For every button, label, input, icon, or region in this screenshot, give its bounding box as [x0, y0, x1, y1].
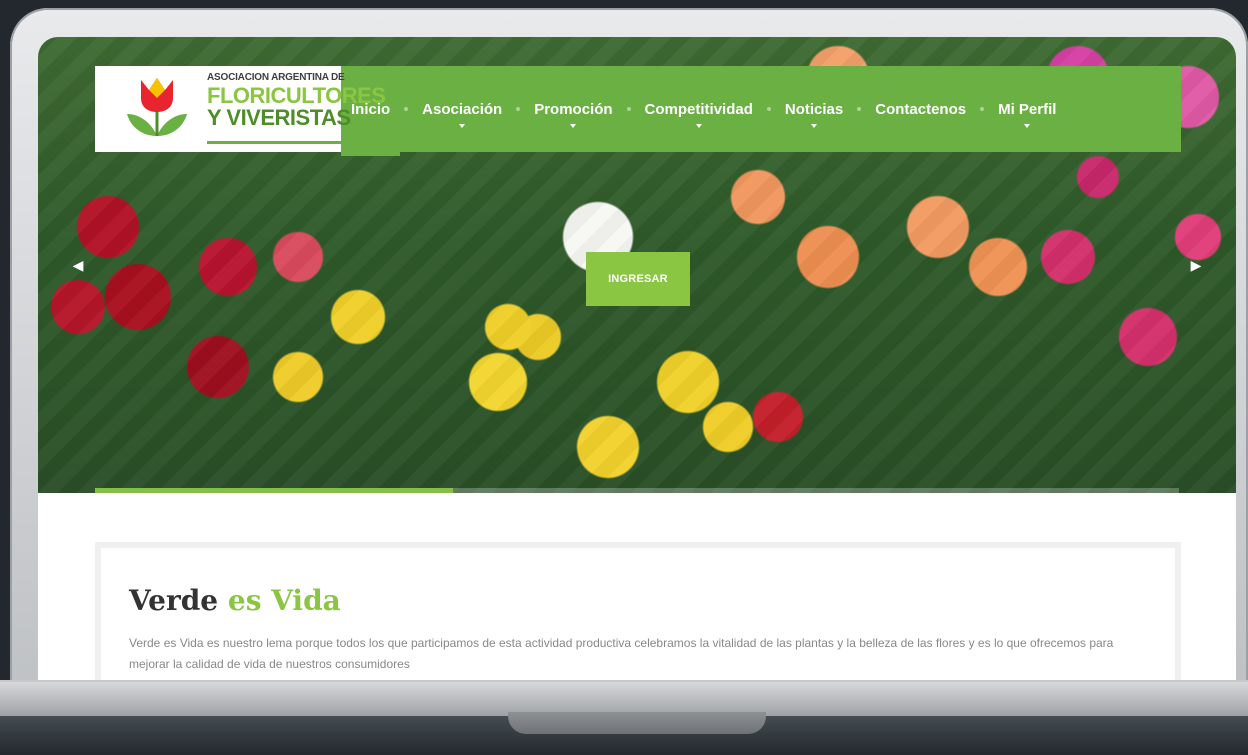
title-plain: Verde: [129, 584, 219, 617]
laptop-screen: ◀ ▶ INGRESAR ASOCIACION ARGENTINA DE FLO…: [38, 37, 1236, 680]
nav-item-noticias[interactable]: Noticias: [775, 66, 853, 152]
nav-item-asociacion[interactable]: Asociación: [412, 66, 512, 152]
caret-down-icon: [695, 124, 702, 128]
nav-active-indicator: [341, 152, 401, 156]
nav-label: Mi Perfil: [998, 100, 1057, 118]
nav-item-competitividad[interactable]: Competitividad: [635, 66, 763, 152]
site-logo[interactable]: ASOCIACION ARGENTINA DE FLORICULTORES Y …: [95, 66, 386, 152]
caret-down-icon: [811, 124, 818, 128]
nav-label: Promoción: [534, 100, 613, 118]
nav-item-inicio[interactable]: Inicio: [341, 66, 401, 156]
logo-underline: [207, 141, 341, 144]
main-nav: Inicio Asociación Promoción Competitivid…: [341, 66, 1181, 156]
chevron-right-icon[interactable]: ▶: [1186, 255, 1206, 275]
laptop-notch: [508, 712, 766, 734]
nav-item-promocion[interactable]: Promoción: [524, 66, 622, 152]
nav-separator: [516, 107, 521, 111]
caret-down-icon: [1024, 124, 1031, 128]
site-header: ASOCIACION ARGENTINA DE FLORICULTORES Y …: [95, 66, 1181, 156]
nav-separator: [626, 107, 631, 111]
logo-wordmark: ASOCIACION ARGENTINA DE FLORICULTORES Y …: [207, 72, 386, 130]
nav-separator: [404, 107, 409, 111]
caret-down-icon: [570, 124, 577, 128]
nav-label: Competitividad: [644, 100, 753, 118]
title-accent: es Vida: [227, 584, 341, 617]
intro-section: Verde es Vida Verde es Vida es nuestro l…: [95, 542, 1181, 680]
logo-line-3: Y VIVERISTAS: [207, 105, 351, 130]
nav-separator: [857, 107, 862, 111]
logo-line-1: ASOCIACION ARGENTINA DE: [207, 72, 345, 83]
logo-line-2: FLORICULTORES: [207, 83, 386, 108]
nav-label: Asociación: [422, 100, 503, 118]
section-title: Verde es Vida: [129, 584, 341, 617]
slide-progress-fill: [95, 488, 453, 493]
caret-down-icon: [459, 124, 466, 128]
chevron-left-icon[interactable]: ◀: [68, 255, 88, 275]
section-body-text: Verde es Vida es nuestro lema porque tod…: [129, 636, 1114, 671]
tulip-logo-icon: [127, 78, 187, 136]
nav-item-mi-perfil[interactable]: Mi Perfil: [988, 66, 1066, 152]
nav-item-contactenos[interactable]: Contactenos: [865, 66, 976, 152]
laptop-base: [0, 680, 1248, 716]
nav-label: Noticias: [784, 100, 844, 118]
nav-label: Inicio: [351, 100, 391, 118]
nav-separator: [980, 107, 985, 111]
slide-progress-bar: [95, 488, 1179, 493]
nav-separator: [766, 107, 771, 111]
ingresar-button[interactable]: INGRESAR: [586, 252, 690, 306]
nav-label: Contactenos: [875, 100, 967, 118]
